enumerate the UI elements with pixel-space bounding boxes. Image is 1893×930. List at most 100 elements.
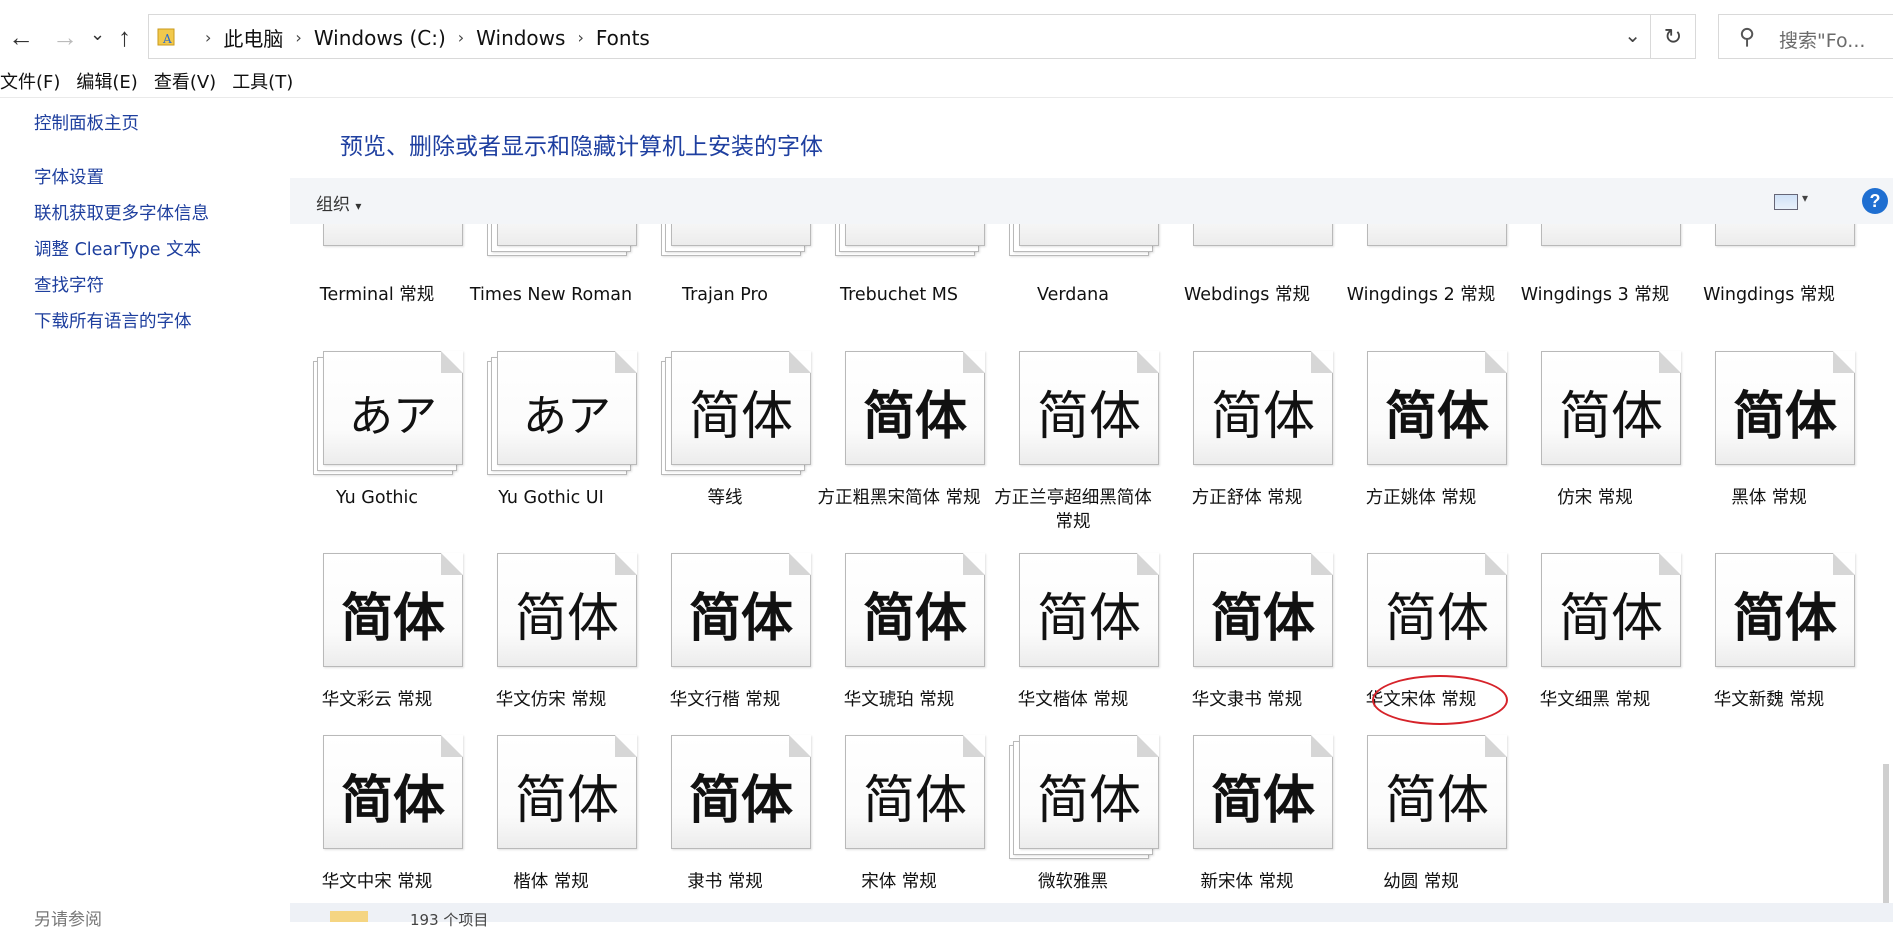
font-sample: 简体 xyxy=(688,387,793,447)
font-file-icon: ABC xyxy=(661,224,811,256)
font-name-label: Wingdings 常规 xyxy=(1703,285,1835,305)
page-fold xyxy=(1659,351,1681,373)
page-fold xyxy=(789,735,811,757)
crumb-separator[interactable]: › xyxy=(577,28,583,47)
see-also-heading: 另请参阅 xyxy=(34,910,102,930)
font-name-label: Verdana xyxy=(1037,285,1109,305)
menu-file[interactable]: 文件(F) xyxy=(0,68,60,96)
crumb-separator[interactable]: › xyxy=(295,28,301,47)
font-file-icon: 简体 xyxy=(839,735,985,849)
folder-icon xyxy=(330,911,368,922)
page-fold xyxy=(1485,735,1507,757)
help-icon[interactable]: ? xyxy=(1862,188,1888,214)
font-file-icon: 简体 xyxy=(317,735,463,849)
view-dropdown-icon[interactable]: ▾ xyxy=(1802,191,1808,205)
search-input[interactable]: ⚲ 搜索"Fo... xyxy=(1718,14,1893,59)
page-fold xyxy=(1311,735,1333,757)
font-name-label: Times New Roman xyxy=(469,285,633,305)
crumb-this-pc[interactable]: 此电脑 xyxy=(223,23,283,52)
up-arrow-icon[interactable]: ↑ xyxy=(118,22,131,53)
sidebar-font-settings[interactable]: 字体设置 xyxy=(34,164,284,189)
font-file-icon: 简体 xyxy=(1709,351,1855,465)
search-placeholder: 搜索"Fo... xyxy=(1779,30,1866,52)
font-name-label: 华文细黑 常规 xyxy=(1539,690,1651,710)
crumb-separator[interactable]: › xyxy=(458,28,464,47)
font-file-icon: Abg xyxy=(317,224,463,246)
address-history-dropdown-icon[interactable]: ⌄ xyxy=(1624,23,1641,48)
back-arrow-icon[interactable]: ← xyxy=(8,22,34,53)
page-fold xyxy=(963,351,985,373)
sidebar-download-all-fonts[interactable]: 下载所有语言的字体 xyxy=(34,308,284,333)
font-file-page: ➚ xyxy=(1541,224,1681,246)
font-file-icon: Abg xyxy=(835,224,985,256)
font-file-page: 简体 xyxy=(671,351,811,465)
scrollbar-thumb[interactable] xyxy=(1883,764,1889,904)
font-file-page: あア xyxy=(323,351,463,465)
crumb-fonts[interactable]: Fonts xyxy=(596,26,650,50)
font-file-icon: ✋ xyxy=(1709,224,1855,246)
crumb-separator[interactable]: › xyxy=(205,28,211,47)
vertical-scrollbar[interactable] xyxy=(1880,224,1893,904)
address-breadcrumb-box[interactable]: A › 此电脑 › Windows (C:) › Windows › Fonts… xyxy=(148,14,1696,59)
page-fold xyxy=(441,553,463,575)
status-bar: 193 个项目 xyxy=(290,903,1893,929)
font-file-icon: ☎✂ xyxy=(1361,224,1507,246)
font-name-label: Wingdings 2 常规 xyxy=(1346,285,1496,305)
page-fold xyxy=(963,553,985,575)
refresh-icon[interactable]: ↻ xyxy=(1650,15,1695,58)
font-grid: Abg Terminal 常规 Abg Times New Roman ABC Traja… xyxy=(290,224,1870,904)
font-file-page: 简体 xyxy=(323,735,463,849)
font-file-icon: 简体 xyxy=(1187,351,1333,465)
sidebar-find-character[interactable]: 查找字符 xyxy=(34,272,284,297)
font-name-label: 华文彩云 常规 xyxy=(321,690,433,710)
font-file-icon: Abg xyxy=(1009,224,1159,256)
sidebar-adjust-cleartype[interactable]: 调整 ClearType 文本 xyxy=(34,236,284,261)
font-file-page: 简体 xyxy=(1019,735,1159,849)
address-bar: ← → ⌄ ↑ A › 此电脑 › Windows (C:) › Windows… xyxy=(0,0,1893,74)
font-sample: 简体 xyxy=(1036,589,1141,649)
organize-label: 组织 xyxy=(316,195,350,215)
font-file-page: 简体 xyxy=(497,735,637,849)
forward-arrow-icon[interactable]: → xyxy=(52,22,78,53)
font-sample: 简体 xyxy=(1384,771,1489,831)
page-fold xyxy=(1311,553,1333,575)
font-file-icon: 简体 xyxy=(1535,351,1681,465)
font-sample: 简体 xyxy=(514,589,619,649)
font-name-label: Yu Gothic xyxy=(335,488,419,508)
font-file-icon: 简体 xyxy=(665,553,811,667)
font-file-page: ☎✂ xyxy=(1367,224,1507,246)
page-fold xyxy=(1659,553,1681,575)
recent-locations-dropdown-icon[interactable]: ⌄ xyxy=(90,24,105,45)
font-file-page: 简体 xyxy=(1715,351,1855,465)
search-icon: ⚲ xyxy=(1739,24,1756,49)
font-sample: 简体 xyxy=(1210,589,1315,649)
font-name-label: 华文仿宋 常规 xyxy=(495,690,607,710)
menu-bar: 文件(F) 编辑(E) 查看(V) 工具(T) xyxy=(0,68,309,96)
font-name-label: Trajan Pro xyxy=(681,285,769,305)
sidebar-get-more-font-info[interactable]: 联机获取更多字体信息 xyxy=(34,200,284,225)
breadcrumb: › 此电脑 › Windows (C:) › Windows › Fonts xyxy=(193,15,650,60)
font-name-label: Wingdings 3 常规 xyxy=(1520,285,1670,305)
sidebar-control-panel-home[interactable]: 控制面板主页 xyxy=(34,110,284,135)
font-name-label: 华文新魏 常规 xyxy=(1713,690,1825,710)
font-sample: 简体 xyxy=(1384,589,1489,649)
font-file-page: 简体 xyxy=(497,553,637,667)
font-file-icon: ➚ xyxy=(1535,224,1681,246)
menu-edit[interactable]: 编辑(E) xyxy=(76,68,137,96)
font-sample: 简体 xyxy=(1036,771,1141,831)
font-file-page: 简体 xyxy=(845,351,985,465)
font-name-label: 幼圆 常规 xyxy=(1383,872,1459,892)
font-file-page: 简体 xyxy=(1715,553,1855,667)
page-fold xyxy=(441,351,463,373)
menu-view[interactable]: 查看(V) xyxy=(154,68,216,96)
organize-button[interactable]: 组织 ▾ xyxy=(316,190,361,215)
menu-tools[interactable]: 工具(T) xyxy=(232,68,293,96)
font-file-icon: 简体 xyxy=(1187,735,1333,849)
crumb-windows[interactable]: Windows xyxy=(476,26,565,50)
crumb-windows-c[interactable]: Windows (C:) xyxy=(314,26,446,50)
change-view-icon[interactable] xyxy=(1774,194,1798,210)
page-fold xyxy=(789,351,811,373)
font-file-icon: 简体 xyxy=(1709,553,1855,667)
page-fold xyxy=(615,735,637,757)
font-sample: 简体 xyxy=(1210,771,1315,831)
